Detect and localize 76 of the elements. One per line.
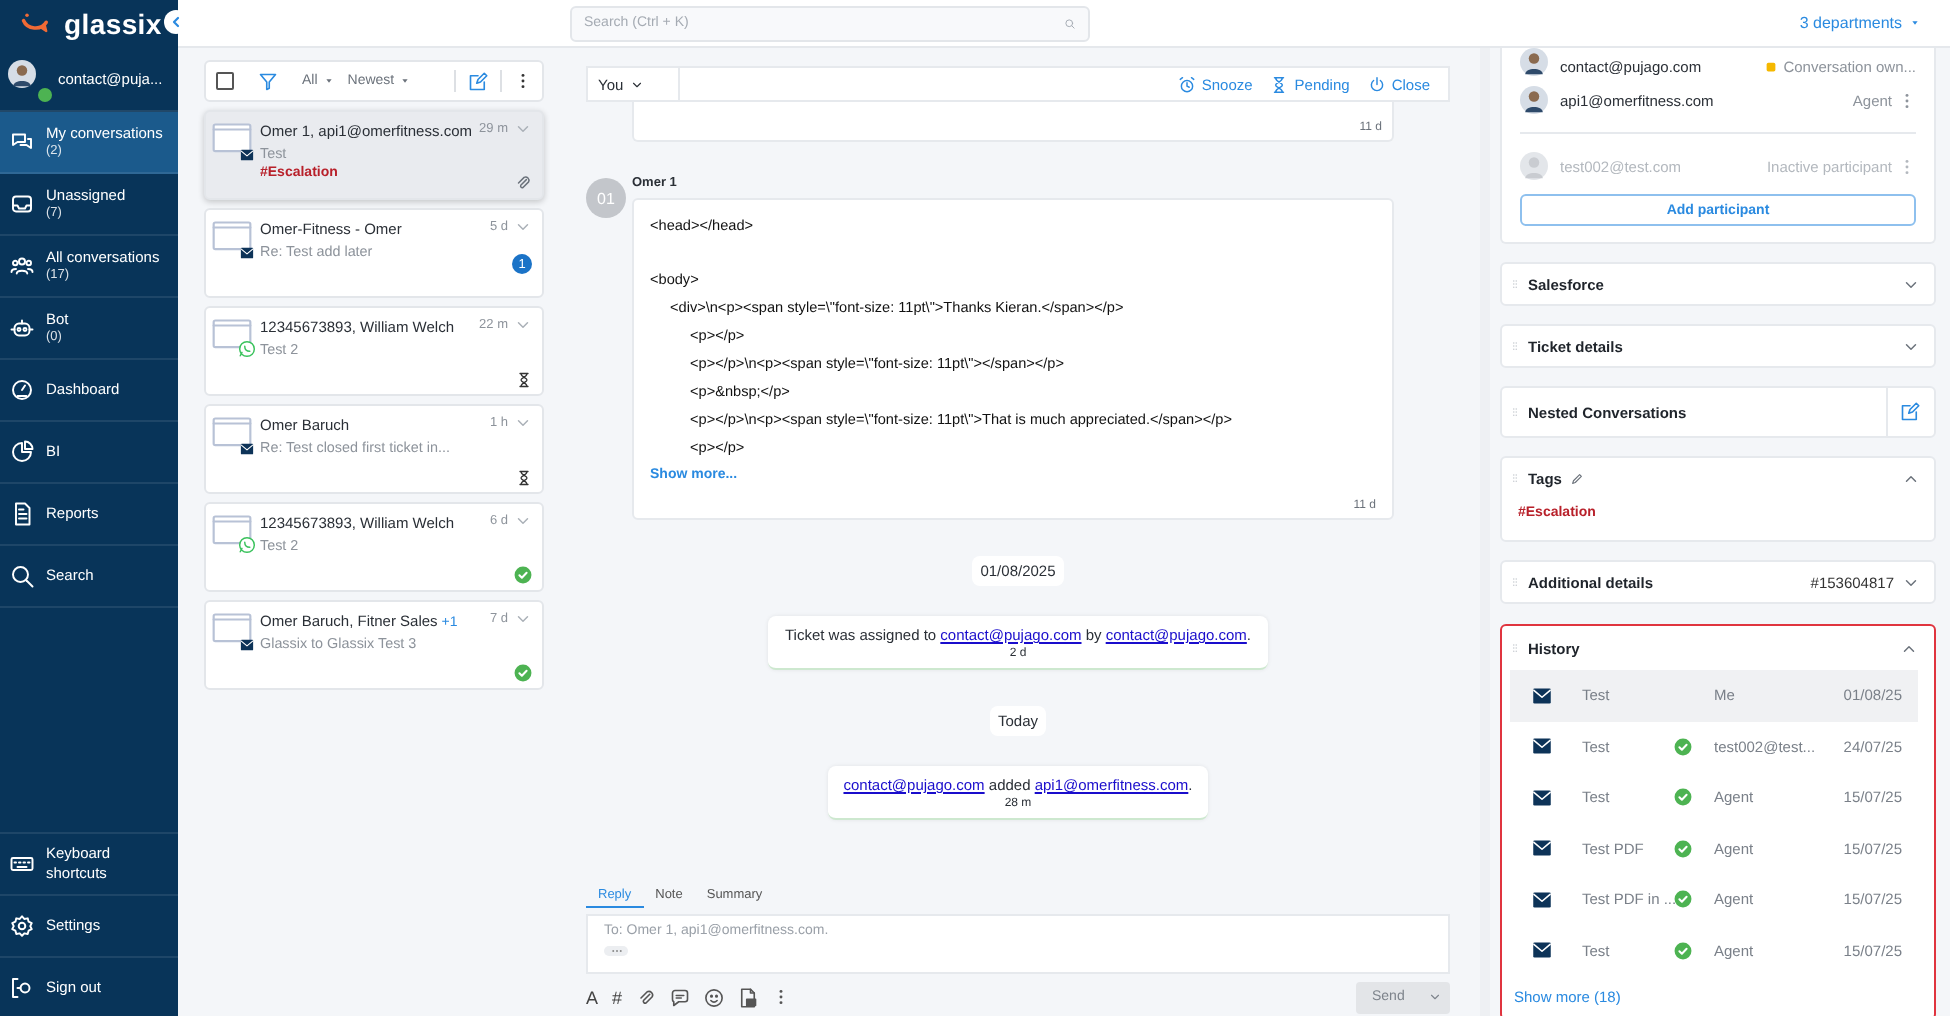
- format-button[interactable]: #: [612, 987, 623, 1007]
- owner-icon: [1763, 60, 1778, 74]
- check-circle-icon: [1674, 788, 1692, 807]
- envelope-icon: [1530, 787, 1554, 808]
- chevron-down-icon: [629, 77, 644, 91]
- paperclip-icon: [636, 987, 657, 1007]
- check-circle-icon: [1674, 839, 1692, 858]
- envelope-icon: [1530, 685, 1554, 706]
- chevron-down-icon: [514, 414, 532, 432]
- envelope-icon: [238, 442, 256, 456]
- format-button[interactable]: A: [586, 987, 599, 1007]
- speech-bubble-icon: [670, 987, 691, 1007]
- chat-icon: [10, 130, 34, 154]
- smiley-icon: [704, 987, 725, 1007]
- envelope-icon: [238, 148, 256, 162]
- filter-icon: [258, 71, 278, 91]
- inbox-icon: [10, 192, 34, 216]
- chevron-down-icon: [514, 512, 532, 530]
- participant-avatar: [1520, 152, 1548, 180]
- check-circle-icon: [514, 566, 532, 584]
- hourglass-icon: [516, 372, 532, 388]
- sign-out-icon: [10, 976, 34, 1000]
- chevron-down-icon: [514, 218, 532, 236]
- edit-icon: [1900, 402, 1920, 422]
- document-icon: [10, 502, 34, 526]
- logo-text: glassix: [64, 8, 162, 40]
- user-avatar: [8, 59, 36, 87]
- keyboard-icon: [10, 852, 34, 876]
- settings-icon: [10, 914, 34, 938]
- whatsapp-icon: [238, 536, 256, 554]
- window-icon: [212, 316, 252, 350]
- select-all-checkbox[interactable]: [216, 72, 234, 90]
- chevron-down-icon: [514, 120, 532, 138]
- chevron-left-icon: [168, 14, 184, 30]
- departments-dropdown[interactable]: 3 departments: [1787, 12, 1934, 34]
- edit-button[interactable]: [1886, 388, 1920, 436]
- robot-icon: [10, 316, 34, 340]
- alarm-clock-icon: [1177, 75, 1196, 93]
- envelope-icon: [1530, 838, 1554, 859]
- envelope-icon: [238, 638, 256, 652]
- whatsapp-icon: [238, 340, 256, 358]
- envelope-icon: [1530, 736, 1554, 757]
- envelope-icon: [1530, 940, 1554, 961]
- search-icon: [1064, 17, 1076, 29]
- pencil-icon: [1569, 471, 1584, 485]
- pie-chart-icon: [10, 440, 34, 464]
- expand-quote-button[interactable]: [604, 946, 628, 956]
- caret-icon: [1908, 16, 1922, 30]
- caret-icon: [398, 74, 413, 88]
- caret-icon: [321, 74, 336, 88]
- compose-icon: [468, 71, 488, 91]
- sender-avatar: 01: [586, 178, 626, 218]
- check-circle-icon: [1674, 890, 1692, 909]
- check-circle-icon: [1674, 737, 1692, 756]
- participant-avatar: [1520, 48, 1548, 76]
- window-icon: [212, 120, 252, 154]
- people-icon: [10, 254, 34, 278]
- window-icon: [212, 512, 252, 546]
- check-circle-icon: [1674, 941, 1692, 960]
- gauge-icon: [10, 378, 34, 402]
- check-circle-icon: [514, 664, 532, 682]
- power-icon: [1367, 75, 1386, 93]
- envelope-icon: [238, 246, 256, 260]
- paperclip-icon: [514, 174, 532, 192]
- window-icon: [212, 610, 252, 644]
- participant-avatar: [1520, 86, 1548, 114]
- pdf-file-icon: [738, 987, 759, 1007]
- chevron-down-icon: [514, 610, 532, 628]
- window-icon: [212, 414, 252, 448]
- chevron-down-icon: [1428, 990, 1442, 1004]
- envelope-icon: [1530, 889, 1554, 910]
- window-icon: [212, 218, 252, 252]
- search-icon: [10, 564, 34, 588]
- hourglass-icon: [1270, 75, 1289, 93]
- hourglass-icon: [516, 470, 532, 486]
- chevron-down-icon: [514, 316, 532, 334]
